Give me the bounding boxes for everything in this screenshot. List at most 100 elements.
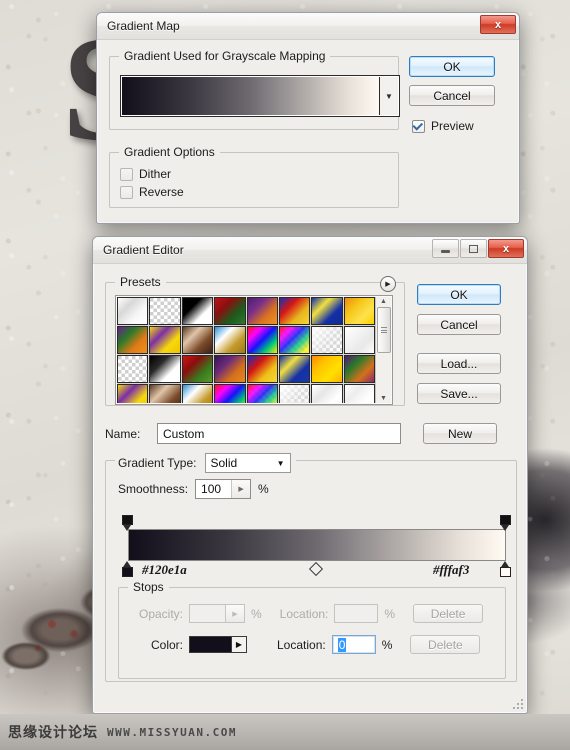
dither-row[interactable]: Dither: [120, 167, 390, 181]
opacity-delete-button: Delete: [413, 604, 484, 623]
gradient-type-value: Solid: [210, 456, 238, 470]
preset-swatch[interactable]: [181, 355, 214, 383]
editor-ok-button[interactable]: OK: [417, 284, 501, 305]
presets-group: Presets ▶ ▲ ▼: [105, 275, 405, 406]
close-icon[interactable]: x: [488, 239, 524, 258]
presets-menu-icon[interactable]: ▶: [380, 276, 396, 292]
gradient-editor-window-controls: x: [431, 239, 524, 258]
preset-swatch[interactable]: [214, 297, 246, 325]
preset-swatch[interactable]: [117, 297, 149, 325]
maximize-icon[interactable]: [460, 239, 487, 258]
gradient-strip-area: #120e1a #fffaf3: [118, 515, 511, 579]
scroll-up-icon[interactable]: ▲: [380, 298, 387, 305]
preset-swatch[interactable]: [343, 326, 375, 354]
preset-swatch[interactable]: [246, 297, 278, 325]
gradient-type-legend: Gradient Type: Solid ▼: [115, 453, 296, 473]
gradient-strip[interactable]: [128, 529, 506, 561]
opacity-location-unit: %: [384, 606, 396, 621]
smoothness-unit: %: [258, 482, 269, 496]
opacity-stop-left[interactable]: [122, 515, 135, 531]
reverse-checkbox[interactable]: [120, 185, 133, 199]
presets-scrollbar[interactable]: ▲ ▼: [375, 297, 391, 403]
chevron-down-icon[interactable]: ▼: [379, 77, 398, 115]
preset-swatch[interactable]: [181, 384, 214, 403]
preset-swatch[interactable]: [311, 355, 343, 383]
preview-checkbox[interactable]: [412, 119, 425, 133]
preset-swatch[interactable]: [311, 326, 343, 354]
preset-swatch[interactable]: [278, 384, 311, 403]
opacity-unit: %: [251, 606, 262, 621]
smoothness-input[interactable]: 100 ▶: [195, 479, 252, 499]
dither-checkbox[interactable]: [120, 167, 133, 181]
opacity-location-label: Location:: [279, 606, 329, 621]
smoothness-label: Smoothness:: [118, 482, 189, 496]
minimize-icon[interactable]: [432, 239, 459, 258]
name-input[interactable]: Custom: [157, 423, 401, 444]
preset-swatch[interactable]: [181, 297, 214, 325]
preset-swatch[interactable]: [149, 355, 181, 383]
preset-swatch[interactable]: [149, 297, 181, 325]
preview-row[interactable]: Preview: [409, 119, 495, 133]
opacity-row: Opacity: ▶ % Location: % Delete: [131, 604, 495, 623]
preset-swatch[interactable]: [343, 297, 375, 325]
editor-load-button[interactable]: Load...: [417, 353, 501, 374]
opacity-input: ▶: [189, 604, 245, 623]
preset-swatch[interactable]: [246, 326, 278, 354]
gradient-preview-dropdown[interactable]: ▼: [120, 75, 400, 117]
name-row: Name: Custom New: [105, 423, 517, 444]
scroll-down-icon[interactable]: ▼: [380, 395, 387, 402]
preset-swatch[interactable]: [246, 355, 278, 383]
preset-swatch[interactable]: [117, 326, 149, 354]
preset-swatch[interactable]: [311, 297, 343, 325]
stops-legend: Stops: [128, 580, 169, 594]
scrollbar-thumb[interactable]: [376, 307, 391, 353]
gradient-end-hex-label: #fffaf3: [433, 562, 470, 577]
preset-swatch[interactable]: [343, 355, 375, 383]
preset-swatch[interactable]: [278, 326, 311, 354]
stops-group: Stops Opacity: ▶ % Location: % Delete Co…: [118, 580, 506, 679]
opacity-stop-right[interactable]: [500, 515, 513, 531]
preset-swatch[interactable]: [214, 326, 246, 354]
opacity-stepper-icon: ▶: [225, 605, 244, 622]
gradient-editor-body: Presets ▶ ▲ ▼ OK Cancel Load... Save... …: [93, 264, 527, 690]
gradient-map-dialog: Gradient Map x Gradient Used for Graysca…: [96, 12, 520, 224]
presets-grid[interactable]: [117, 297, 375, 403]
gradient-map-cancel-button[interactable]: Cancel: [409, 85, 495, 106]
smoothness-stepper-icon[interactable]: ▶: [231, 480, 251, 498]
resize-grip[interactable]: [512, 698, 524, 710]
preset-swatch[interactable]: [149, 384, 181, 403]
preset-swatch[interactable]: [343, 384, 375, 403]
preset-swatch[interactable]: [246, 384, 278, 403]
reverse-row[interactable]: Reverse: [120, 185, 390, 199]
new-preset-button[interactable]: New: [423, 423, 497, 444]
gradient-start-hex-label: #120e1a: [142, 562, 187, 577]
gradient-map-ok-button[interactable]: OK: [409, 56, 495, 77]
color-swatch[interactable]: [189, 636, 232, 653]
gradient-type-group: Gradient Type: Solid ▼ Smoothness: 100 ▶…: [105, 453, 517, 682]
preset-swatch[interactable]: [117, 384, 149, 403]
gradient-type-select[interactable]: Solid ▼: [204, 453, 291, 473]
color-dropdown-icon[interactable]: ▶: [232, 636, 247, 653]
preset-swatch[interactable]: [278, 297, 311, 325]
preset-swatch[interactable]: [117, 355, 149, 383]
preset-swatch[interactable]: [278, 355, 311, 383]
preset-swatch[interactable]: [149, 326, 181, 354]
gradient-map-titlebar[interactable]: Gradient Map x: [97, 13, 519, 40]
color-stop-right[interactable]: [500, 561, 513, 577]
preset-swatch[interactable]: [214, 384, 246, 403]
gradient-editor-dialog: Gradient Editor x Presets ▶ ▲ ▼ OK Cance…: [92, 236, 528, 714]
editor-save-button[interactable]: Save...: [417, 383, 501, 404]
name-label: Name:: [105, 426, 141, 441]
color-location-input[interactable]: 0: [331, 635, 376, 654]
gradient-editor-titlebar[interactable]: Gradient Editor x: [93, 237, 527, 264]
chevron-down-icon[interactable]: ▼: [277, 459, 285, 468]
preset-swatch[interactable]: [311, 384, 343, 403]
close-icon[interactable]: x: [480, 15, 516, 34]
reverse-label: Reverse: [139, 185, 184, 199]
editor-cancel-button[interactable]: Cancel: [417, 314, 501, 335]
preset-swatch[interactable]: [214, 355, 246, 383]
color-row: Color: ▶ Location: 0 % Delete: [131, 635, 495, 654]
preset-swatch[interactable]: [181, 326, 214, 354]
color-stop-left[interactable]: [122, 561, 135, 577]
gradient-midpoint-marker[interactable]: [308, 561, 324, 577]
